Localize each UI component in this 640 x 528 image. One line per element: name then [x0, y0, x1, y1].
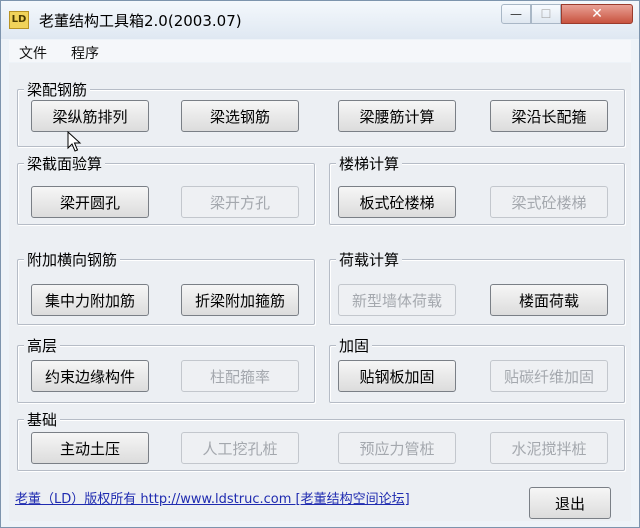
- carbon-fiber-reinforce-button: 贴碳纤维加固: [490, 360, 608, 392]
- boundary-member-button[interactable]: 约束边缘构件: [31, 360, 149, 392]
- group-highrise: 高层 约束边缘构件 柱配箍率: [17, 335, 315, 403]
- copyright-link[interactable]: 老董（LD）版权所有 http://www.ldstruc.com [老董结构空…: [15, 488, 410, 507]
- beam-round-hole-button[interactable]: 梁开圆孔: [31, 186, 149, 218]
- group-title: 基础: [24, 409, 61, 430]
- menu-program[interactable]: 程序: [71, 43, 99, 63]
- maximize-button: ☐: [531, 4, 561, 24]
- prestressed-pile-button: 预应力管桩: [338, 432, 456, 464]
- main-panel: 梁配钢筋 梁纵筋排列 梁选钢筋 梁腰筋计算 梁沿长配箍 梁截面验算 梁开圆孔 梁…: [9, 63, 631, 521]
- app-icon: LD: [9, 11, 29, 29]
- window-title: 老董结构工具箱2.0(2003.07): [39, 12, 242, 30]
- group-reinforce: 加固 贴钢板加固 贴碳纤维加固: [329, 335, 625, 403]
- folded-beam-stirrup-button[interactable]: 折梁附加箍筋: [181, 284, 299, 316]
- cement-mixing-pile-button: 水泥搅拌桩: [490, 432, 608, 464]
- group-title: 加固: [336, 335, 373, 356]
- mouse-cursor-icon: [67, 131, 82, 152]
- beam-select-bar-button[interactable]: 梁选钢筋: [181, 100, 299, 132]
- menu-bar: 文件 程序: [9, 40, 631, 62]
- menu-file[interactable]: 文件: [19, 43, 47, 63]
- floor-load-button[interactable]: 楼面荷载: [490, 284, 608, 316]
- manual-bored-pile-button: 人工挖孔桩: [181, 432, 299, 464]
- app-window: LD 老董结构工具箱2.0(2003.07) — ☐ ✕ 文件 程序 梁配钢筋 …: [0, 0, 640, 528]
- group-stair: 楼梯计算 板式砼楼梯 梁式砼楼梯: [329, 153, 625, 225]
- group-title: 附加横向钢筋: [24, 249, 121, 270]
- close-button[interactable]: ✕: [561, 4, 633, 24]
- group-title: 梁配钢筋: [24, 79, 91, 100]
- steel-plate-reinforce-button[interactable]: 贴钢板加固: [338, 360, 456, 392]
- group-title: 高层: [24, 335, 61, 356]
- group-title: 楼梯计算: [336, 153, 403, 174]
- beam-stair-button: 梁式砼楼梯: [490, 186, 608, 218]
- group-load: 荷载计算 新型墙体荷载 楼面荷载: [329, 249, 625, 325]
- column-stirrup-ratio-button: 柱配箍率: [181, 360, 299, 392]
- active-earth-pressure-button[interactable]: 主动土压: [31, 432, 149, 464]
- group-beam-rebar: 梁配钢筋 梁纵筋排列 梁选钢筋 梁腰筋计算 梁沿长配箍: [17, 79, 625, 147]
- title-bar[interactable]: LD 老董结构工具箱2.0(2003.07) — ☐ ✕: [1, 1, 639, 39]
- minimize-button[interactable]: —: [501, 4, 531, 24]
- beam-longitudinal-bar-button[interactable]: 梁纵筋排列: [31, 100, 149, 132]
- beam-waist-bar-button[interactable]: 梁腰筋计算: [338, 100, 456, 132]
- beam-stirrup-button[interactable]: 梁沿长配箍: [490, 100, 608, 132]
- group-additional-rebar: 附加横向钢筋 集中力附加筋 折梁附加箍筋: [17, 249, 315, 325]
- beam-square-hole-button: 梁开方孔: [181, 186, 299, 218]
- slab-stair-button[interactable]: 板式砼楼梯: [338, 186, 456, 218]
- exit-button[interactable]: 退出: [529, 487, 611, 519]
- group-foundation: 基础 主动土压 人工挖孔桩 预应力管桩 水泥搅拌桩: [17, 409, 625, 471]
- group-title: 荷载计算: [336, 249, 403, 270]
- concentrated-force-bar-button[interactable]: 集中力附加筋: [31, 284, 149, 316]
- group-title: 梁截面验算: [24, 153, 106, 174]
- group-beam-section: 梁截面验算 梁开圆孔 梁开方孔: [17, 153, 315, 225]
- new-wall-load-button: 新型墙体荷载: [338, 284, 456, 316]
